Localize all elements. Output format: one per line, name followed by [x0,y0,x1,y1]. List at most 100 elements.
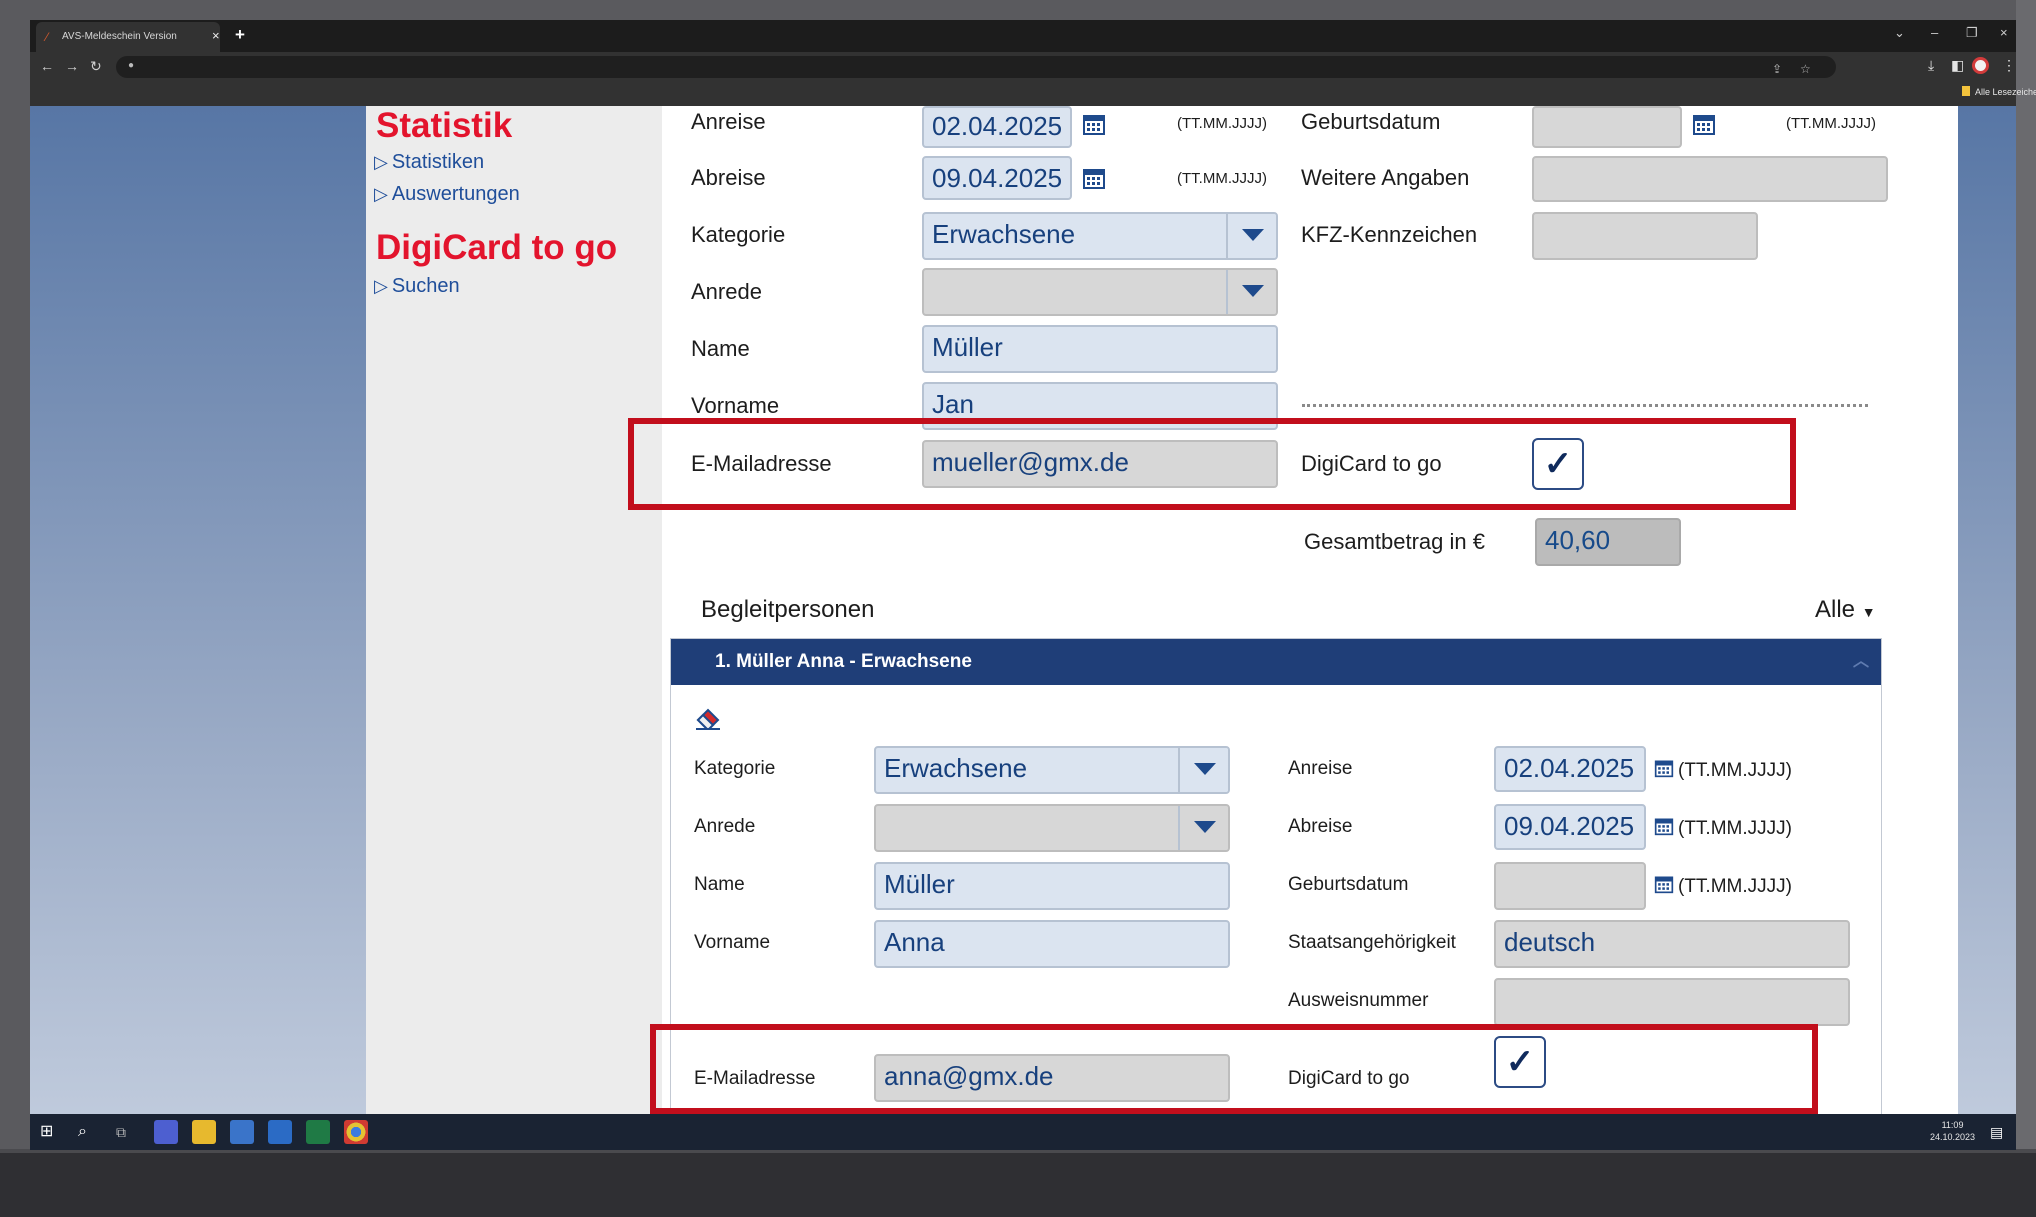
sidebar-title-digicard: DigiCard to go [376,228,618,267]
companion-email-input[interactable]: anna@gmx.de [874,1054,1230,1102]
system-clock[interactable]: 11:09 24.10.2023 [1930,1119,1975,1143]
dropdown-arrow-icon[interactable] [1178,748,1228,792]
profile-avatar-icon[interactable] [1972,57,1989,74]
share-icon[interactable]: ⇪ [1772,62,1782,76]
digicard-checkbox[interactable]: ✓ [1532,438,1584,490]
browser-tabstrip: ⁄ AVS-Meldeschein Version × + ⌄ – ❐ × [30,20,2016,52]
new-tab-button[interactable]: + [235,25,245,45]
chevron-up-icon[interactable]: ︿ [1853,639,1869,685]
notification-icon[interactable]: ▤ [1990,1120,2014,1144]
calendar-icon[interactable] [1654,758,1674,778]
close-window-button[interactable]: × [2000,26,2008,40]
date-format-hint: (TT.MM.JJJJ) [1678,760,1792,781]
name-input[interactable]: Müller [922,325,1278,373]
search-icon[interactable]: ⌕ [78,1120,102,1144]
companion-anreise-input[interactable]: 02.04.2025 [1494,746,1646,792]
calendar-icon[interactable] [1654,874,1674,894]
menu-kebab-icon[interactable]: ⋮ [2002,57,2016,73]
sidebar-link-label: Statistiken [391,151,485,173]
gesamtbetrag-label: Gesamtbetrag in € [1304,529,1485,554]
windows-start-icon[interactable]: ⊞ [40,1120,64,1144]
eraser-icon[interactable] [694,706,722,732]
dropdown-arrow-icon[interactable] [1178,806,1228,850]
task-view-icon[interactable]: ⧉ [116,1120,140,1144]
sidebar-link-auswertungen[interactable]: ▷ Auswertungen [374,182,520,206]
companion-kategorie-label: Kategorie [694,758,776,779]
minimize-button[interactable]: – [1931,26,1938,40]
filter-alle-label: Alle [1815,596,1856,623]
sidebar-link-suchen[interactable]: ▷ Suchen [374,274,460,298]
kfz-label: KFZ-Kennzeichen [1301,222,1478,247]
date-format-hint: (TT.MM.JJJJ) [1678,876,1792,897]
clock-time: 11:09 [1941,1120,1964,1130]
monitor-stand-area [0,1153,2036,1217]
address-bar[interactable]: ● ⇪ ☆ [116,56,1836,78]
kfz-input[interactable] [1532,212,1758,260]
email-label: E-Mailadresse [691,451,832,476]
email-input[interactable]: mueller@gmx.de [922,440,1278,488]
vorname-input[interactable]: Jan [922,382,1278,430]
kategorie-selected-value: Erwachsene [932,219,1076,249]
outlook-icon[interactable] [230,1120,254,1144]
close-tab-icon[interactable]: × [212,29,220,43]
browser-toolbar: ← → ↻ ● ⇪ ☆ ⤓ ◧ ⋮ [30,52,2016,82]
abreise-input[interactable]: 09.04.2025 [922,156,1072,200]
companion-vorname-input[interactable]: Anna [874,920,1230,968]
sidebar-title-statistik: Statistik [376,106,513,145]
all-bookmarks-link[interactable]: Alle Lesezeichen [1962,86,2036,98]
companion-kategorie-select[interactable]: Erwachsene [874,746,1230,794]
weitere-angaben-input[interactable] [1532,156,1888,202]
excel-icon[interactable] [306,1120,330,1144]
dropdown-arrow-icon[interactable] [1226,214,1276,258]
geburtsdatum-label: Geburtsdatum [1301,109,1441,134]
lock-icon: ● [128,60,135,71]
kategorie-select[interactable]: Erwachsene [922,212,1278,260]
teams-icon[interactable] [154,1120,178,1144]
companion-panel-header[interactable]: 1. Müller Anna - Erwachsene ︿ [671,639,1881,685]
anrede-label: Anrede [691,279,762,304]
reload-icon[interactable]: ↻ [90,58,102,74]
sidepanel-icon[interactable]: ◧ [1951,57,1964,73]
word-icon[interactable] [268,1120,292,1144]
bookmark-folder-icon [1962,86,1970,96]
companion-abreise-input[interactable]: 09.04.2025 [1494,804,1646,850]
geburtsdatum-input[interactable] [1532,106,1682,148]
date-format-hint: (TT.MM.JJJJ) [1786,115,1876,132]
all-bookmarks-label: Alle Lesezeichen [1975,87,2036,97]
companion-email-label: E-Mailadresse [694,1068,816,1089]
anrede-select[interactable] [922,268,1278,316]
bookmark-star-icon[interactable]: ☆ [1800,62,1811,76]
companion-digicard-checkbox[interactable]: ✓ [1494,1036,1546,1088]
forward-arrow-icon[interactable]: → [65,58,79,74]
companion-abreise-label: Abreise [1288,816,1353,837]
chrome-icon[interactable] [344,1120,368,1144]
companion-staat-input[interactable]: deutsch [1494,920,1850,968]
favicon-icon: ⁄ [46,30,49,44]
abreise-label: Abreise [691,165,766,190]
date-format-hint: (TT.MM.JJJJ) [1177,170,1267,187]
calendar-icon[interactable] [1654,816,1674,836]
companion-digicard-label: DigiCard to go [1288,1068,1410,1089]
back-arrow-icon[interactable]: ← [40,58,54,74]
filter-alle-dropdown[interactable]: Alle ▼ [1815,596,1876,626]
restore-button[interactable]: ❐ [1966,26,1978,40]
companion-ausweis-input[interactable] [1494,978,1850,1026]
date-format-hint: (TT.MM.JJJJ) [1678,818,1792,839]
companion-geburtsdatum-input[interactable] [1494,862,1646,910]
companion-vorname-label: Vorname [694,932,771,953]
sidebar-link-statistiken[interactable]: ▷ Statistiken [374,150,484,174]
calendar-icon[interactable] [1082,166,1106,190]
anreise-label: Anreise [691,109,766,134]
download-icon[interactable]: ⤓ [1928,57,1934,73]
calendar-icon[interactable] [1692,112,1716,136]
calendar-icon[interactable] [1082,112,1106,136]
companion-anrede-select[interactable] [874,804,1230,852]
tab-search-icon[interactable]: ⌄ [1894,26,1905,40]
companion-name-input[interactable]: Müller [874,862,1230,910]
dropdown-arrow-icon[interactable] [1226,270,1276,314]
browser-tab[interactable]: ⁄ AVS-Meldeschein Version × [36,22,220,52]
companion-anrede-label: Anrede [694,816,756,837]
companion-kategorie-value: Erwachsene [884,753,1028,783]
anreise-input[interactable]: 02.04.2025 [922,106,1072,148]
file-explorer-icon[interactable] [192,1120,216,1144]
